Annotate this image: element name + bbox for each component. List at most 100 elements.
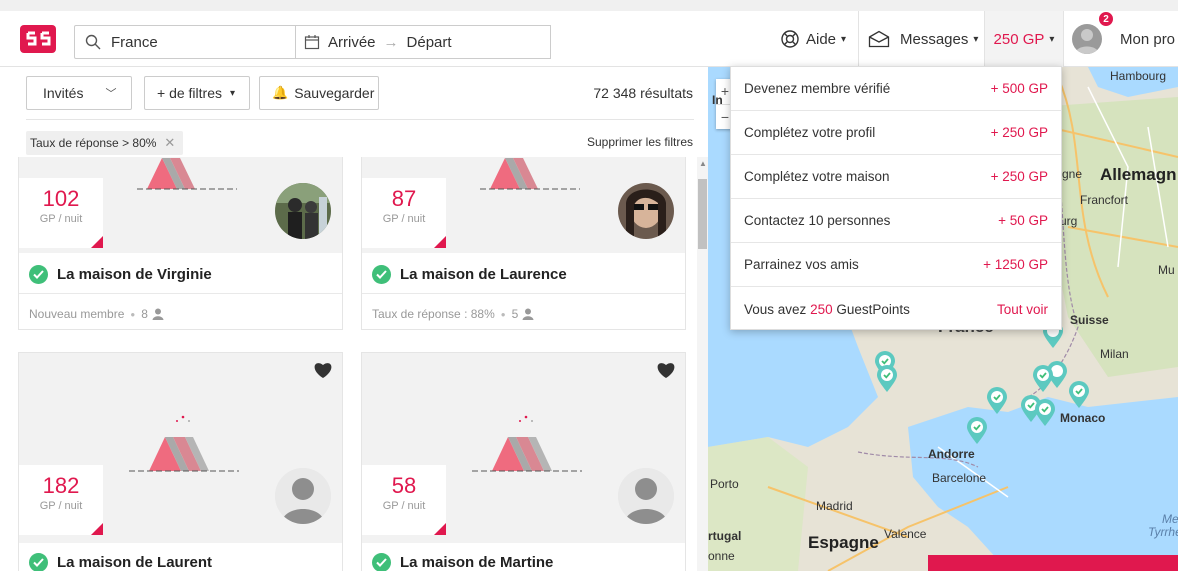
host-avatar[interactable] [275, 468, 331, 524]
map-pin-icon[interactable] [1068, 381, 1090, 409]
heart-icon[interactable] [313, 361, 333, 379]
dot-separator: ● [500, 309, 506, 319]
dropdown-item[interactable]: Devenez membre vérifié + 500 GP [731, 67, 1061, 111]
map-action-bar[interactable] [928, 555, 1178, 571]
verified-check-icon [29, 265, 48, 284]
guest-count: 8 [141, 307, 148, 321]
dropdown-item[interactable]: Contactez 10 personnes + 50 GP [731, 199, 1061, 243]
active-filter-tag: Taux de réponse > 80% ✕ [26, 131, 184, 155]
chevron-down-icon: ﹀ [105, 88, 117, 100]
price-tag: 87 GP / nuit [362, 178, 446, 248]
listing-image[interactable]: 87 GP / nuit [362, 157, 685, 253]
see-all-link[interactable]: Tout voir [997, 302, 1048, 317]
price-tag: 182 GP / nuit [19, 465, 103, 535]
map-pin-icon[interactable] [876, 365, 898, 393]
listing-image[interactable]: 58 GP / nuit [362, 353, 685, 543]
map-label: gne [1062, 167, 1083, 181]
price-unit: GP / nuit [382, 213, 426, 225]
scroll-up-icon[interactable]: ▲ [699, 159, 707, 168]
dropdown-item-points: + 250 GP [990, 125, 1048, 140]
map-label: Me [1162, 512, 1178, 526]
guest-count: 5 [511, 307, 519, 321]
host-photo [618, 183, 674, 239]
scrollbar[interactable]: ▲ [697, 157, 708, 571]
search-field[interactable] [74, 25, 296, 59]
more-filters-label: + de filtres [157, 85, 222, 101]
listing-image[interactable]: 102 GP / nuit [19, 157, 342, 253]
dropdown-item-points: + 50 GP [998, 213, 1048, 228]
guests-filter-label: Invités [43, 85, 84, 101]
dropdown-item[interactable]: Parrainez vos amis + 1250 GP [731, 243, 1061, 287]
map-pin-icon[interactable] [1034, 399, 1056, 427]
search-input[interactable] [111, 33, 281, 51]
save-search-button[interactable]: 🔔 Sauvegarder [259, 76, 379, 110]
listing-title[interactable]: La maison de Laurence [372, 265, 567, 284]
tent-icon [137, 158, 237, 190]
calendar-icon [304, 35, 320, 50]
heart-icon[interactable] [656, 361, 676, 379]
verified-check-icon [29, 553, 48, 571]
map-pin-icon[interactable] [986, 387, 1008, 415]
guestpoints-menu[interactable]: 250 GP ▾ [985, 11, 1063, 67]
dropdown-item-label: Complétez votre maison [744, 169, 890, 184]
listing-image[interactable]: 182 GP / nuit [19, 353, 342, 543]
map-label: Barcelone [932, 471, 987, 485]
listing-meta: Nouveau membre ● 8 [29, 307, 164, 321]
messages-label: Messages [900, 30, 969, 48]
price-corner [91, 236, 103, 248]
notification-badge: 2 [1098, 11, 1114, 27]
dropdown-item-points: + 1250 GP [983, 257, 1048, 272]
map-label: Hambourg [1110, 69, 1167, 83]
host-avatar[interactable] [275, 183, 331, 239]
header-divider [1063, 11, 1064, 67]
dropdown-item[interactable]: Complétez votre maison + 250 GP [731, 155, 1061, 199]
host-avatar[interactable] [618, 183, 674, 239]
date-range-picker[interactable]: Arrivée → Départ [295, 25, 551, 59]
listing-title[interactable]: La maison de Martine [372, 553, 553, 571]
close-icon[interactable]: ✕ [164, 135, 175, 151]
top-strip [0, 0, 1178, 11]
map-label: Valence [884, 527, 927, 541]
map-label: Francfort [1080, 193, 1129, 207]
results-count: 72 348 résultats [593, 85, 693, 101]
profile-menu[interactable]: Mon pro [1072, 11, 1175, 67]
listing-title-text: La maison de Martine [400, 554, 554, 571]
balance-prefix: Vous avez [744, 301, 807, 317]
listing-card[interactable]: 87 GP / nuit La maison de Laurence Taux … [361, 157, 686, 330]
map-pin-icon[interactable] [966, 417, 988, 445]
filter-bar: Invités ﹀ + de filtres ▾ 🔔 Sauvegarder 7… [0, 67, 708, 157]
messages-menu[interactable]: Messages ▾ [868, 11, 978, 67]
listing-card[interactable]: 58 GP / nuit La maison de Martine [361, 352, 686, 571]
listing-card[interactable]: 102 GP / nuit La maison de Virginie Nouv… [18, 157, 343, 330]
price-unit: GP / nuit [39, 213, 83, 225]
arrival-field[interactable]: Arrivée [328, 34, 376, 51]
guestpoints-label: 250 GP [993, 30, 1045, 48]
listing-title-text: La maison de Virginie [57, 266, 212, 283]
logo-icon[interactable] [20, 25, 56, 53]
scrollbar-thumb[interactable] [698, 179, 707, 249]
help-menu[interactable]: Aide ▾ [780, 11, 846, 67]
profile-label: Mon pro [1120, 30, 1176, 48]
map-label: onne [708, 549, 735, 563]
chevron-down-icon: ▾ [973, 33, 979, 45]
price-corner [91, 523, 103, 535]
clear-filters-link[interactable]: Supprimer les filtres [587, 135, 693, 149]
price-value: 102 [42, 186, 80, 211]
map-pin-icon[interactable] [1032, 365, 1054, 393]
person-icon [522, 308, 534, 320]
price-value: 58 [391, 473, 417, 498]
listing-title[interactable]: La maison de Laurent [29, 553, 212, 571]
departure-field[interactable]: Départ [407, 34, 452, 51]
listing-title[interactable]: La maison de Virginie [29, 265, 212, 284]
search-icon [85, 34, 101, 50]
map-label: Allemagn [1100, 165, 1177, 184]
map-label: rtugal [708, 529, 742, 543]
listing-card[interactable]: 182 GP / nuit La maison de Laurent [18, 352, 343, 571]
guests-filter-button[interactable]: Invités ﹀ [26, 76, 132, 110]
chevron-down-icon: ▾ [229, 87, 236, 99]
price-unit: GP / nuit [382, 500, 426, 512]
host-avatar[interactable] [618, 468, 674, 524]
listing-title-text: La maison de Laurent [57, 554, 213, 571]
dropdown-item[interactable]: Complétez votre profil + 250 GP [731, 111, 1061, 155]
more-filters-button[interactable]: + de filtres ▾ [144, 76, 250, 110]
